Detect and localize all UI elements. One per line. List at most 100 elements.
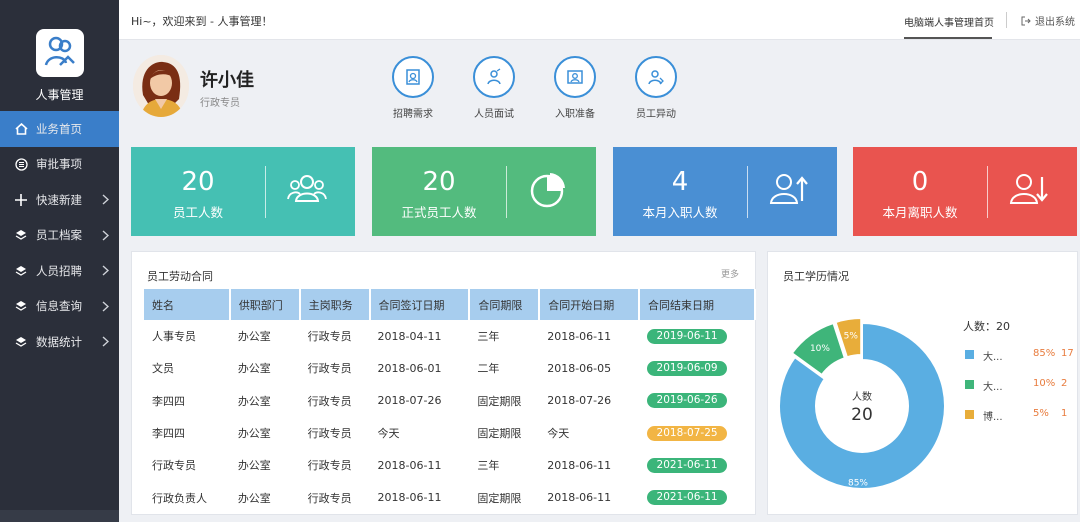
- layers-icon: [14, 228, 28, 242]
- end-date-badge: 2019-06-26: [647, 393, 728, 409]
- quick-action-recruit[interactable]: 招聘需求: [378, 56, 448, 120]
- table-cell: 三年: [477, 330, 500, 344]
- table-cell: 李四四: [152, 427, 185, 441]
- stat-label: 本月离职人数: [882, 205, 958, 220]
- table-row[interactable]: 文员 办公室 行政专员 2018-06-01 二年 2018-06-05 2019-06-0…: [144, 352, 755, 384]
- app-name: 人事管理: [35, 88, 84, 102]
- tab-active-indicator: [904, 37, 992, 39]
- legend-name: 大...: [983, 352, 1003, 363]
- avatar-image: [133, 55, 189, 117]
- table-cell: 固定期限: [477, 427, 522, 441]
- sidebar-item-1[interactable]: 审批事项: [0, 147, 119, 183]
- legend-count: 2: [1061, 378, 1068, 389]
- table-cell: 2018-06-11: [547, 491, 612, 505]
- quick-action-transfer[interactable]: 员工异动: [621, 56, 691, 120]
- legend-name: 博...: [983, 412, 1003, 423]
- chevron-right-icon: [102, 336, 110, 350]
- table-cell: 2019-06-09: [639, 352, 755, 384]
- table-cell: 办公室: [237, 330, 271, 344]
- legend-swatch: [965, 380, 974, 389]
- sidebar-item-label: 快速新建: [36, 192, 82, 207]
- sidebar-item-0[interactable]: 业务首页: [0, 111, 119, 147]
- sidebar-item-label: 审批事项: [36, 157, 82, 172]
- more-link[interactable]: 更多: [721, 267, 739, 280]
- legend-item[interactable]: 博... 5% 1: [965, 408, 1075, 423]
- user-name: 许小佳: [200, 70, 254, 91]
- table-cell: 2021-06-11: [639, 449, 755, 481]
- table-row[interactable]: 李四四 办公室 行政专员 今天 固定期限 今天 2018-07-25: [144, 417, 755, 449]
- education-panel: 员工学历情况 10% 5% 85% 人数 20 人数：20 大... 85% 17 大... 1…: [767, 251, 1078, 515]
- stat-card-monthly-departures[interactable]: 0 本月离职人数: [853, 147, 1077, 236]
- table-cell: 办公室: [237, 362, 271, 376]
- table-cell: 2019-06-26: [639, 385, 755, 417]
- table-cell: 行政专员: [307, 394, 352, 408]
- table-cell: 2018-06-01: [377, 361, 442, 375]
- divider: [506, 166, 507, 218]
- table-row[interactable]: 行政专员 办公室 行政专员 2018-06-11 三年 2018-06-11 2021-06…: [144, 449, 755, 481]
- table-cell: 三年: [477, 459, 500, 473]
- app-logo: [36, 29, 84, 77]
- quick-action-interview[interactable]: 人员面试: [459, 56, 529, 120]
- panel-title: 员工劳动合同: [147, 270, 213, 283]
- contracts-panel: 员工劳动合同 更多 姓名 供职部门 主岗职务 合同签订日期 合同期限 合同开始日期 合同结束…: [131, 251, 756, 515]
- legend-item[interactable]: 大... 85% 17: [965, 348, 1075, 363]
- legend-item[interactable]: 大... 10% 2: [965, 378, 1075, 393]
- sidebar-item-label: 员工档案: [36, 228, 82, 243]
- table-cell: 行政负责人: [152, 491, 207, 505]
- people-logo-icon: [44, 36, 75, 66]
- user-down-icon: [1009, 174, 1048, 204]
- table-cell: 行政专员: [307, 491, 352, 505]
- table-cell: 办公室: [237, 491, 271, 505]
- table-cell: 文员: [152, 362, 174, 376]
- list-icon: [14, 157, 28, 171]
- table-row[interactable]: 李四四 办公室 行政专员 2018-07-26 固定期限 2018-07-26 2019-0…: [144, 385, 755, 417]
- legend-count: 1: [1061, 408, 1068, 419]
- sidebar-item-2[interactable]: 快速新建: [0, 182, 119, 218]
- donut-center-label: 人数: [852, 390, 872, 403]
- table-cell: 行政专员: [307, 362, 352, 376]
- chevron-right-icon: [102, 300, 110, 315]
- divider: [1006, 12, 1007, 28]
- stat-card-monthly-hires[interactable]: 4 本月入职人数: [613, 147, 837, 236]
- quick-action-onboarding[interactable]: 入职准备: [540, 56, 610, 120]
- sidebar-item-3[interactable]: 员工档案: [0, 218, 119, 254]
- column-header: 合同签订日期: [369, 289, 471, 320]
- logout-button[interactable]: 退出系统: [1021, 13, 1075, 28]
- legend-percent: 10%: [1033, 378, 1056, 389]
- table-cell: 二年: [477, 362, 500, 376]
- quick-action-label: 入职准备: [555, 109, 595, 120]
- group-icon: [287, 175, 327, 202]
- table-row[interactable]: 行政负责人 办公室 行政专员 2018-06-11 固定期限 2018-06-11 2021…: [144, 481, 755, 513]
- end-date-badge: 2019-06-11: [647, 328, 728, 344]
- quick-action-label: 人员面试: [474, 109, 514, 120]
- table-cell: 行政专员: [307, 459, 352, 473]
- slice-label-0: 85%: [848, 478, 868, 488]
- top-bar: Hi~，欢迎来到 - 人事管理！ 电脑端人事管理首页 退出系统: [119, 0, 1080, 40]
- stat-value: 0: [911, 167, 929, 197]
- table-row[interactable]: 人事专员 办公室 行政专员 2018-04-11 三年 2018-06-11 2019-06…: [144, 320, 755, 352]
- sidebar-collapse-bar[interactable]: [0, 510, 119, 522]
- sidebar-item-5[interactable]: 信息查询: [0, 289, 119, 325]
- end-date-badge: 2021-06-11: [647, 457, 728, 473]
- sidebar-item-6[interactable]: 数据统计: [0, 324, 119, 360]
- tab-home[interactable]: 电脑端人事管理首页: [904, 14, 994, 29]
- interview-icon: [473, 56, 515, 98]
- legend-swatch: [965, 350, 974, 359]
- slice-label-2: 5%: [844, 331, 859, 341]
- logout-icon: [1021, 16, 1031, 25]
- end-date-badge: 2019-06-09: [647, 360, 728, 376]
- layers-icon: [14, 335, 28, 349]
- education-donut-chart: 10% 5% 85% 人数 20: [778, 317, 946, 490]
- quick-action-label: 员工异动: [636, 109, 676, 120]
- stat-card-employees[interactable]: 20 员工人数: [131, 147, 355, 236]
- stat-card-regular-employees[interactable]: 20 正式员工人数: [372, 147, 596, 236]
- transfer-icon: [635, 56, 677, 98]
- table-cell: 2021-06-11: [639, 481, 755, 513]
- sidebar-item-4[interactable]: 人员招聘: [0, 253, 119, 289]
- table-cell: 办公室: [237, 394, 271, 408]
- user-up-icon: [769, 174, 808, 204]
- greeting-text: Hi~，欢迎来到 - 人事管理！: [131, 15, 273, 28]
- stat-value: 20: [181, 167, 215, 197]
- divider: [265, 166, 266, 218]
- table-cell: 办公室: [237, 459, 271, 473]
